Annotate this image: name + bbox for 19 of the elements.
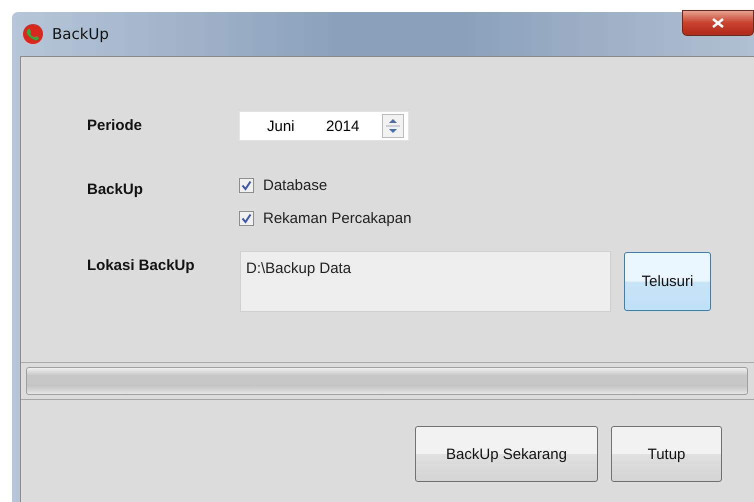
month-year-picker[interactable]: Juni 2014 <box>239 111 409 141</box>
field-label: BackUp <box>87 180 144 200</box>
window-title: BackUp <box>52 25 109 43</box>
checkbox-option[interactable]: Database <box>239 177 754 194</box>
path-field[interactable]: D:\Backup Data <box>240 251 611 312</box>
dialog-button[interactable]: BackUp Sekarang <box>415 426 598 482</box>
browse-button[interactable]: Telusuri <box>624 252 711 311</box>
dialog-button[interactable]: Tutup <box>611 426 722 482</box>
month-value: Juni <box>267 118 296 134</box>
phone-ball-icon <box>22 23 44 45</box>
field-label: Lokasi BackUp <box>87 256 196 276</box>
close-icon <box>712 18 724 28</box>
close-button[interactable] <box>682 10 754 36</box>
field-label: Periode <box>87 116 144 136</box>
check-icon <box>241 180 252 191</box>
spin-button[interactable] <box>382 114 404 138</box>
checkbox-option[interactable]: Rekaman Percakapan <box>239 210 754 227</box>
check-icon <box>241 213 252 224</box>
year-value: 2014 <box>326 118 360 134</box>
